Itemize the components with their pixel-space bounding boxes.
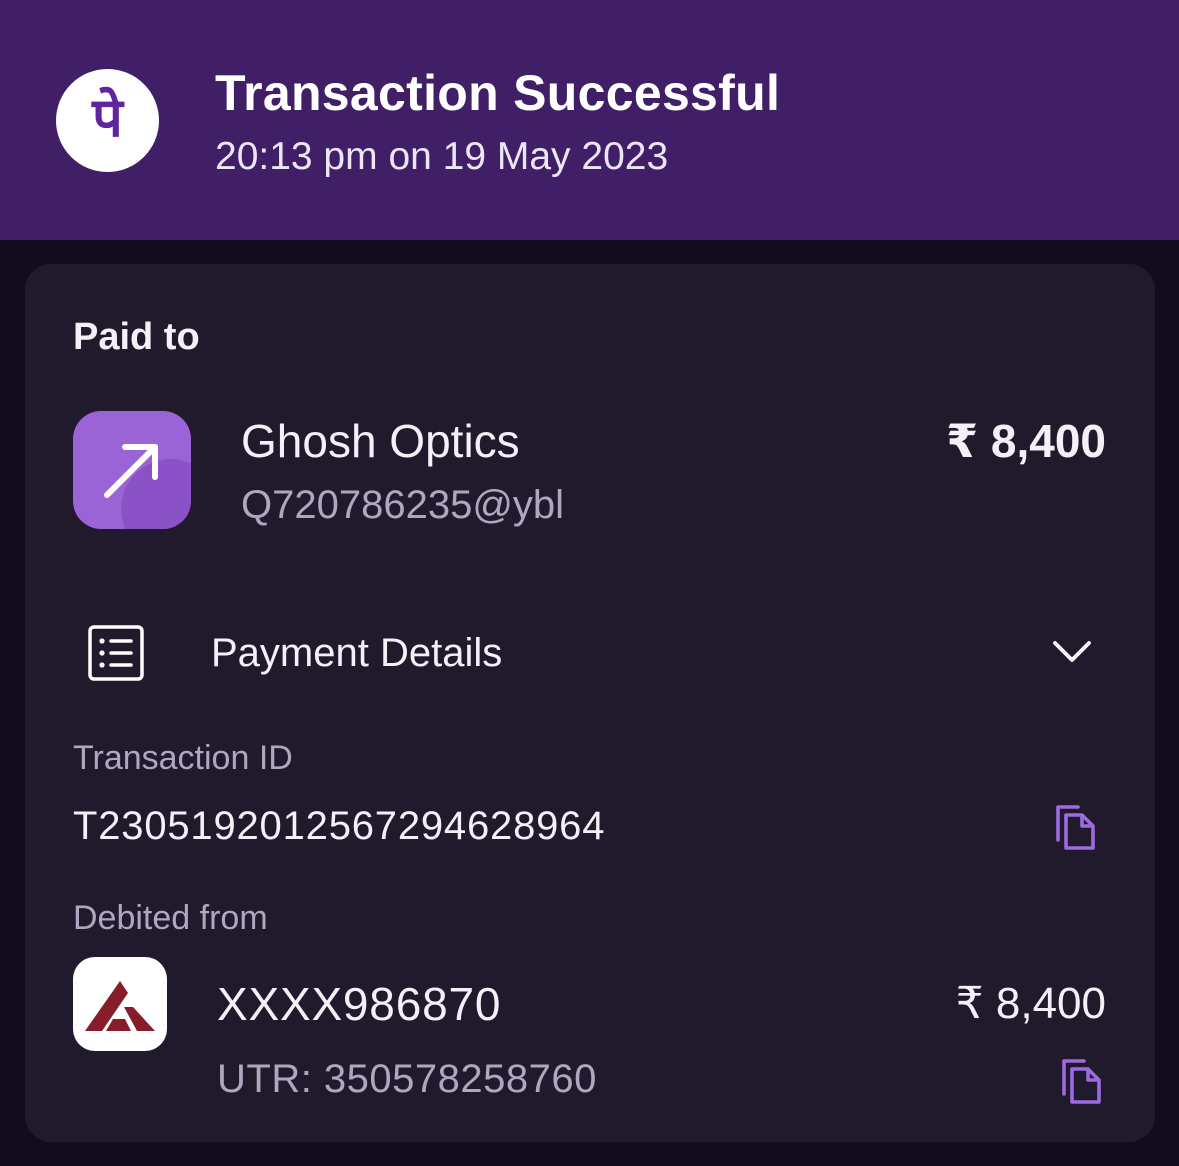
arrow-up-right-icon xyxy=(73,411,191,529)
header-bar: पे Transaction Successful 20:13 pm on 19… xyxy=(0,0,1179,240)
page-title: Transaction Successful xyxy=(215,65,781,121)
phonepe-logo-icon: पे xyxy=(56,69,159,172)
logo-glyph: पे xyxy=(92,85,123,149)
utr-number: UTR: 350578258760 xyxy=(217,1057,597,1101)
debit-account-number: XXXX986870 xyxy=(217,978,502,1030)
copy-icon[interactable] xyxy=(1057,1056,1105,1108)
payment-details-toggle[interactable]: Payment Details xyxy=(211,631,502,676)
transaction-card: Paid to Ghosh Optics Q720786235@ybl ₹ 8,… xyxy=(25,264,1155,1142)
paid-to-label: Paid to xyxy=(73,316,200,358)
transaction-timestamp: 20:13 pm on 19 May 2023 xyxy=(215,135,669,178)
axis-bank-logo-icon xyxy=(73,957,167,1051)
merchant-name: Ghosh Optics xyxy=(241,415,520,467)
transaction-id-value: T2305192012567294628964 xyxy=(73,804,606,848)
receipt-list-icon xyxy=(88,625,144,681)
merchant-upi-id: Q720786235@ybl xyxy=(241,483,565,527)
debited-amount: ₹ 8,400 xyxy=(955,979,1106,1028)
debited-from-label: Debited from xyxy=(73,899,268,937)
paid-amount: ₹ 8,400 xyxy=(946,415,1106,467)
chevron-down-icon[interactable] xyxy=(1051,638,1093,666)
copy-icon[interactable] xyxy=(1051,802,1099,854)
transaction-id-label: Transaction ID xyxy=(73,739,293,777)
